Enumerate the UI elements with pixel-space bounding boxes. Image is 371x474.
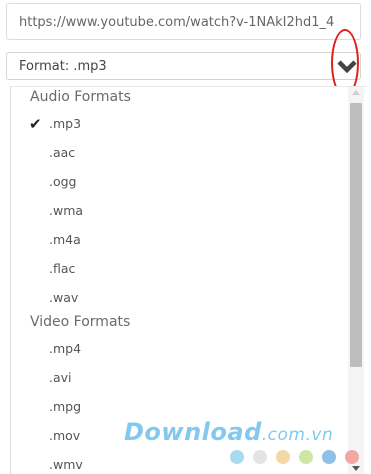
format-select-label: Format: [19, 59, 65, 74]
watermark-dot: [276, 450, 290, 464]
option-label: .wma: [49, 203, 84, 218]
watermark-dot: [230, 450, 244, 464]
format-select-text: Format: .mp3: [19, 59, 107, 74]
option-ogg[interactable]: .ogg: [11, 171, 341, 193]
option-label: .m4a: [49, 232, 81, 247]
option-mp3[interactable]: ✔ .mp3: [11, 113, 341, 135]
option-flac[interactable]: .flac: [11, 258, 341, 280]
watermark-dot: [345, 450, 359, 464]
option-label: .avi: [49, 370, 72, 385]
watermark-dot: [299, 450, 313, 464]
watermark-dot: [253, 450, 267, 464]
watermark-dot: [322, 450, 336, 464]
option-label: .aac: [49, 145, 76, 160]
option-mpg[interactable]: .mpg: [11, 396, 341, 418]
group-label-video: Video Formats: [30, 314, 131, 330]
watermark-logo: Download.com.vn: [124, 418, 333, 446]
watermark-suffix: .com.vn: [261, 425, 334, 445]
format-select-value: .mp3: [73, 59, 107, 74]
option-label: .mp3: [49, 116, 82, 131]
scrollbar-thumb[interactable]: [350, 103, 362, 367]
option-label: .flac: [49, 261, 76, 276]
option-label: .mp4: [49, 341, 82, 356]
scroll-up-arrow-icon[interactable]: [352, 90, 360, 95]
check-icon: ✔: [29, 115, 42, 133]
option-label: .mov: [49, 428, 81, 443]
format-select[interactable]: Format: .mp3: [6, 52, 361, 80]
watermark-text: Download: [124, 418, 262, 446]
chevron-down-icon[interactable]: [337, 59, 357, 73]
option-mp4[interactable]: .mp4: [11, 338, 341, 360]
option-wav[interactable]: .wav: [11, 287, 341, 309]
option-aac[interactable]: .aac: [11, 142, 341, 164]
option-label: .wav: [49, 290, 79, 305]
format-dropdown-list[interactable]: Audio Formats ✔ .mp3 .aac .ogg .wma .m4a…: [10, 86, 367, 474]
option-avi[interactable]: .avi: [11, 367, 341, 389]
option-wma[interactable]: .wma: [11, 200, 341, 222]
url-input-value: https://www.youtube.com/watch?v-1NAkI2hd…: [19, 15, 335, 30]
option-label: .ogg: [49, 174, 77, 189]
group-label-audio: Audio Formats: [30, 89, 131, 105]
option-m4a[interactable]: .m4a: [11, 229, 341, 251]
url-input[interactable]: https://www.youtube.com/watch?v-1NAkI2hd…: [6, 3, 361, 40]
scroll-down-arrow-icon[interactable]: [352, 466, 360, 471]
option-label: .mpg: [49, 399, 82, 414]
option-wmv[interactable]: .wmv: [11, 454, 341, 474]
option-label: .wmv: [49, 457, 83, 472]
